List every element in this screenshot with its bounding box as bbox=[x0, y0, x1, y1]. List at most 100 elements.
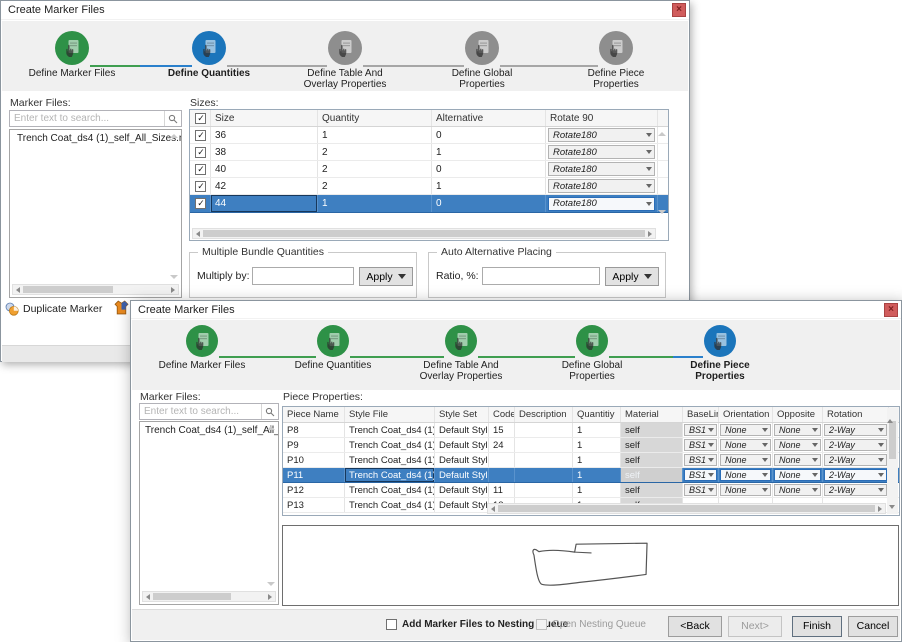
piece-row[interactable]: P10 Trench Coat_ds4 (1).PDS Default Styl… bbox=[283, 453, 899, 468]
header-style-file[interactable]: Style File bbox=[345, 407, 435, 422]
cell-quantity[interactable]: 1 bbox=[573, 483, 621, 497]
cell-size[interactable]: 42 bbox=[211, 178, 318, 194]
header-rotate-90[interactable]: Rotate 90 bbox=[546, 110, 658, 126]
cell-rotate[interactable]: Rotate180 bbox=[546, 195, 658, 212]
piece-row-selected[interactable]: P11 Trench Coat_ds4 (1).PDS Default Styl… bbox=[283, 468, 899, 483]
cell-piece-name[interactable]: P12 bbox=[283, 483, 345, 497]
cell-style-file[interactable]: Trench Coat_ds4 (1).PDS bbox=[345, 453, 435, 467]
cell-quantity[interactable]: 1 bbox=[318, 195, 432, 212]
wizard-step-define-table-overlay[interactable]: Define Table And Overlay Properties bbox=[290, 31, 400, 90]
marker-files-tree[interactable]: Trench Coat_ds4 (1)_self_All_Sizes.n bbox=[9, 129, 182, 298]
tree-horizontal-scrollbar[interactable] bbox=[12, 284, 179, 295]
wizard-step-define-quantities[interactable]: Define Quantities bbox=[278, 325, 388, 371]
search-input[interactable] bbox=[10, 111, 164, 126]
opposite-dropdown[interactable]: None bbox=[774, 469, 821, 481]
cell-code[interactable]: 24 bbox=[489, 438, 515, 452]
rotation-dropdown[interactable]: 2-Way bbox=[824, 484, 887, 496]
cell-rotation[interactable]: 2-Way bbox=[823, 468, 889, 482]
header-rotation[interactable]: Rotation bbox=[823, 407, 889, 422]
scroll-up-icon[interactable] bbox=[658, 132, 666, 136]
baseline-dropdown[interactable]: BS1 bbox=[684, 424, 717, 436]
scroll-left-icon[interactable] bbox=[146, 594, 150, 600]
wizard-step-define-quantities[interactable]: Define Quantities bbox=[154, 31, 264, 79]
cell-piece-name[interactable]: P10 bbox=[283, 453, 345, 467]
cell-alternative[interactable]: 0 bbox=[432, 161, 546, 177]
cell-style-file[interactable]: Trench Coat_ds4 (1).PDS bbox=[345, 438, 435, 452]
cell-orientation[interactable]: None bbox=[719, 468, 773, 482]
cell-baseline[interactable]: BS1 bbox=[683, 483, 719, 497]
cell-description[interactable] bbox=[515, 453, 573, 467]
finish-button[interactable]: Finish bbox=[792, 616, 842, 637]
cell-size[interactable]: 36 bbox=[211, 127, 318, 143]
bundle-apply-button[interactable]: Apply bbox=[359, 267, 413, 286]
cell-material[interactable]: self bbox=[621, 438, 683, 452]
scroll-up-icon[interactable] bbox=[887, 408, 893, 423]
cell-style-file[interactable]: Trench Coat_ds4 (1).PDS bbox=[345, 468, 435, 482]
wizard-step-define-piece[interactable]: Define Piece Properties bbox=[561, 31, 671, 90]
cell-check[interactable] bbox=[190, 161, 211, 177]
opposite-dropdown[interactable]: None bbox=[774, 484, 821, 496]
opposite-dropdown[interactable]: None bbox=[774, 454, 821, 466]
cell-quantity[interactable]: 1 bbox=[573, 438, 621, 452]
cell-style-set[interactable]: Default Style Set bbox=[435, 498, 489, 512]
sizes-horizontal-scrollbar[interactable] bbox=[192, 228, 656, 239]
add-queue-checkbox[interactable] bbox=[386, 619, 397, 630]
auto-alt-apply-button[interactable]: Apply bbox=[605, 267, 659, 286]
cell-alternative[interactable]: 0 bbox=[432, 195, 546, 212]
scroll-down-icon[interactable] bbox=[889, 505, 895, 509]
opposite-dropdown[interactable]: None bbox=[774, 424, 821, 436]
size-row[interactable]: 38 2 1 Rotate180 bbox=[190, 144, 668, 161]
search-icon[interactable] bbox=[164, 111, 181, 126]
rotation-dropdown[interactable]: 2-Way bbox=[824, 454, 887, 466]
cell-check[interactable] bbox=[190, 144, 211, 160]
rotation-dropdown[interactable]: 2-Way bbox=[824, 424, 887, 436]
close-icon[interactable] bbox=[884, 303, 898, 317]
scrollbar-thumb[interactable] bbox=[153, 593, 231, 600]
search-input[interactable] bbox=[140, 404, 261, 419]
rotate-dropdown[interactable]: Rotate180 bbox=[548, 162, 655, 176]
header-style-set[interactable]: Style Set bbox=[435, 407, 489, 422]
cell-size[interactable]: 38 bbox=[211, 144, 318, 160]
cell-code[interactable]: 11 bbox=[489, 483, 515, 497]
row-checkbox[interactable] bbox=[195, 164, 206, 175]
row-checkbox[interactable] bbox=[195, 147, 206, 158]
tree-item-marker-file[interactable]: Trench Coat_ds4 (1)_self_All_Sizes.n bbox=[10, 130, 181, 146]
cell-rotate[interactable]: Rotate180 bbox=[546, 161, 658, 177]
cell-code[interactable] bbox=[489, 468, 515, 482]
cell-rotation[interactable]: 2-Way bbox=[823, 423, 889, 437]
scroll-up-icon[interactable] bbox=[267, 426, 275, 430]
row-checkbox[interactable] bbox=[195, 181, 206, 192]
header-quantity[interactable]: Quantitiy bbox=[573, 407, 621, 422]
cell-rotation[interactable]: 2-Way bbox=[823, 438, 889, 452]
window-titlebar[interactable]: Create Marker Files bbox=[1, 1, 689, 20]
scrollbar-thumb[interactable] bbox=[203, 230, 645, 237]
header-orientation[interactable]: Orientation bbox=[719, 407, 773, 422]
scroll-right-icon[interactable] bbox=[878, 506, 882, 512]
orientation-dropdown[interactable]: None bbox=[720, 484, 771, 496]
cell-opposite[interactable]: None bbox=[773, 483, 823, 497]
scroll-right-icon[interactable] bbox=[268, 594, 272, 600]
orientation-dropdown[interactable]: None bbox=[720, 469, 771, 481]
cell-opposite[interactable]: None bbox=[773, 423, 823, 437]
row-checkbox[interactable] bbox=[195, 130, 206, 141]
wizard-step-define-table-overlay[interactable]: Define Table And Overlay Properties bbox=[406, 325, 516, 382]
orientation-dropdown[interactable]: None bbox=[720, 424, 771, 436]
cell-style-set[interactable]: Default Style Set bbox=[435, 468, 489, 482]
cell-piece-name[interactable]: P8 bbox=[283, 423, 345, 437]
opposite-dropdown[interactable]: None bbox=[774, 439, 821, 451]
cell-orientation[interactable]: None bbox=[719, 438, 773, 452]
scroll-right-icon[interactable] bbox=[648, 231, 652, 237]
tree-item-marker-file[interactable]: Trench Coat_ds4 (1)_self_All_Sizes bbox=[140, 422, 278, 438]
rotate-dropdown[interactable]: Rotate180 bbox=[548, 179, 655, 193]
cell-piece-name[interactable]: P13 bbox=[283, 498, 345, 512]
cell-quantity[interactable]: 2 bbox=[318, 144, 432, 160]
row-checkbox[interactable] bbox=[195, 198, 206, 209]
cell-opposite[interactable]: None bbox=[773, 453, 823, 467]
scroll-up-icon[interactable] bbox=[170, 134, 178, 138]
marker-files-search[interactable] bbox=[9, 110, 182, 127]
cell-size[interactable]: 44 bbox=[211, 195, 318, 212]
scrollbar-thumb[interactable] bbox=[23, 286, 113, 293]
rotate-dropdown[interactable]: Rotate180 bbox=[548, 128, 655, 142]
baseline-dropdown[interactable]: BS1 bbox=[684, 454, 717, 466]
search-icon[interactable] bbox=[261, 404, 278, 419]
